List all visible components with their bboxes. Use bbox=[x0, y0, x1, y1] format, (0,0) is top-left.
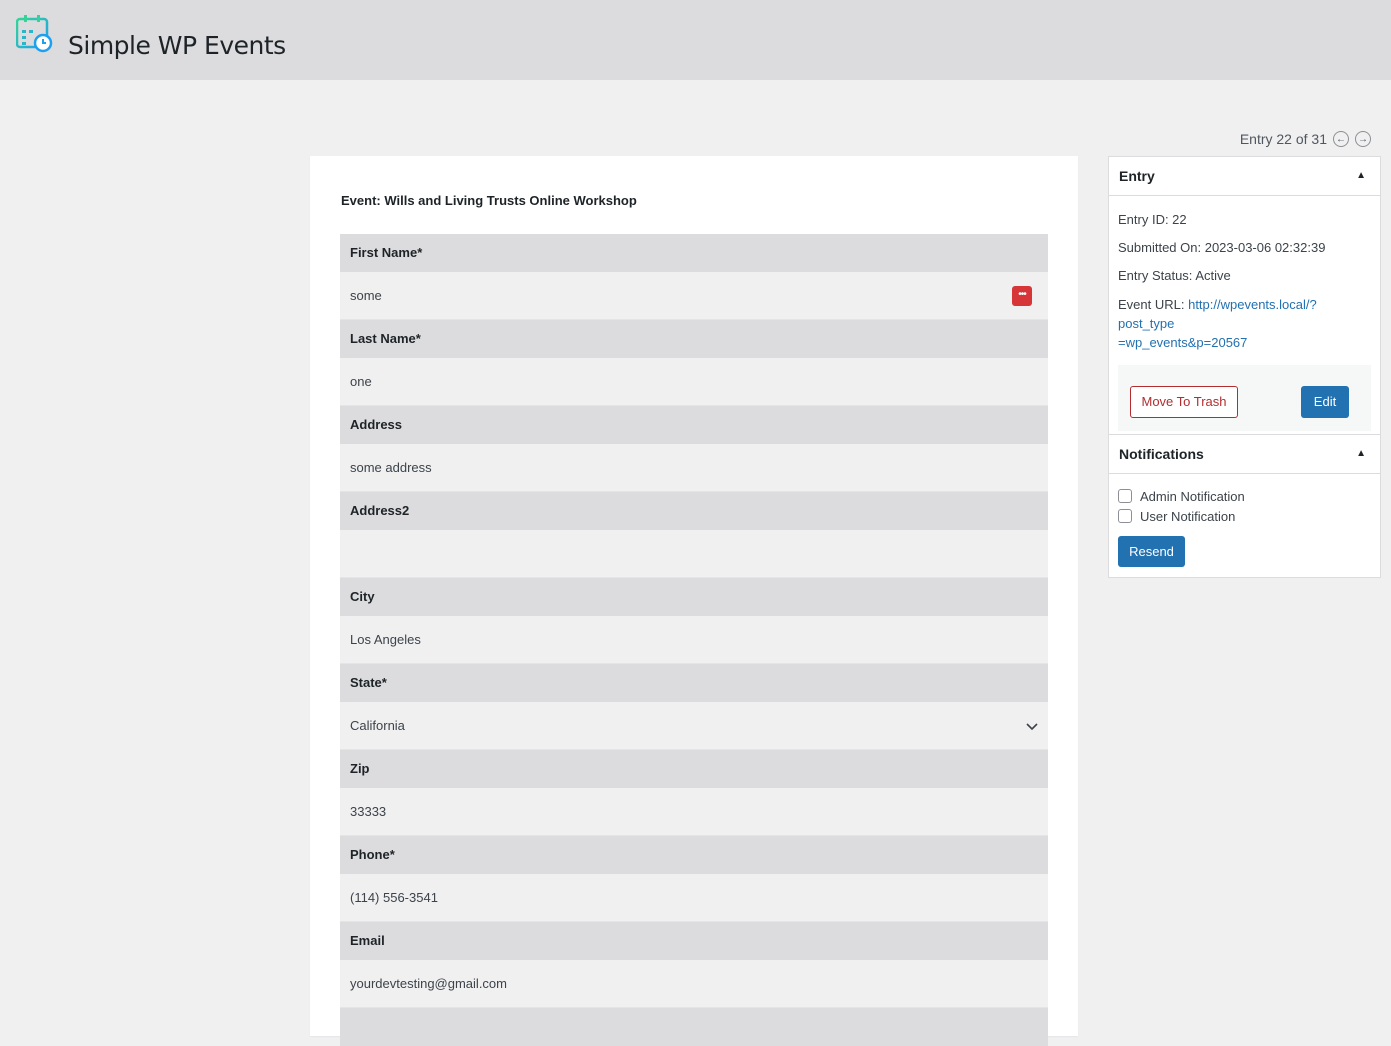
entry-id: Entry ID: 22 bbox=[1118, 212, 1187, 227]
more-options-icon[interactable]: ••• bbox=[1012, 286, 1032, 306]
notifications-metabox-header[interactable]: Notifications ▲ bbox=[1109, 435, 1380, 474]
calendar-clock-icon bbox=[16, 15, 53, 53]
collapse-triangle-icon[interactable]: ▲ bbox=[1356, 435, 1366, 473]
field-value-state: California bbox=[340, 702, 1048, 750]
arrow-right-circle-icon[interactable]: → bbox=[1355, 131, 1371, 147]
entry-fields: First Name* some ••• Last Name* one Addr… bbox=[340, 234, 1048, 1046]
resend-button[interactable]: Resend bbox=[1118, 536, 1185, 567]
field-value-email: yourdevtesting@gmail.com bbox=[340, 960, 1048, 1008]
user-notification-checkbox[interactable] bbox=[1118, 509, 1132, 523]
field-label-first-name: First Name* bbox=[340, 234, 1048, 272]
field-value-last-name: one bbox=[340, 358, 1048, 406]
event-url-label: Event URL: bbox=[1118, 297, 1189, 312]
event-title: Event: Wills and Living Trusts Online Wo… bbox=[341, 193, 637, 208]
field-label-address: Address bbox=[340, 406, 1048, 444]
field-label-city: City bbox=[340, 578, 1048, 616]
entry-status: Entry Status: Active bbox=[1118, 268, 1231, 283]
field-value-address: some address bbox=[340, 444, 1048, 492]
field-value-city: Los Angeles bbox=[340, 616, 1048, 664]
entry-metabox-header[interactable]: Entry ▲ bbox=[1109, 157, 1380, 196]
field-label-state: State* bbox=[340, 664, 1048, 702]
event-url: Event URL: http://wpevents.local/?post_t… bbox=[1118, 290, 1371, 352]
submitted-on: Submitted On: 2023-03-06 02:32:39 bbox=[1118, 240, 1326, 255]
entry-details-card: Event: Wills and Living Trusts Online Wo… bbox=[310, 156, 1078, 1046]
field-label-phone: Phone* bbox=[340, 836, 1048, 874]
user-notification-row: User Notification bbox=[1118, 506, 1371, 526]
field-label-zip: Zip bbox=[340, 750, 1048, 788]
event-url-link-line2[interactable]: =wp_events&p=20567 bbox=[1118, 335, 1247, 350]
field-value-first-name: some ••• bbox=[340, 272, 1048, 320]
field-value-zip: 33333 bbox=[340, 788, 1048, 836]
field-value-address2 bbox=[340, 530, 1048, 578]
top-bar: Simple WP Events bbox=[0, 0, 1391, 80]
first-name-value: some bbox=[350, 288, 382, 303]
admin-notification-row: Admin Notification bbox=[1118, 486, 1371, 506]
admin-notification-label: Admin Notification bbox=[1140, 488, 1245, 504]
chevron-down-icon bbox=[1026, 723, 1038, 731]
move-to-trash-button[interactable]: Move To Trash bbox=[1130, 386, 1238, 418]
field-value-phone: (114) 556-3541 bbox=[340, 874, 1048, 922]
entry-actions: Move To Trash Edit bbox=[1118, 365, 1371, 431]
admin-notification-checkbox[interactable] bbox=[1118, 489, 1132, 503]
user-notification-label: User Notification bbox=[1140, 508, 1236, 524]
entry-metabox-title: Entry bbox=[1119, 168, 1155, 184]
state-value: California bbox=[350, 718, 405, 733]
field-label-email: Email bbox=[340, 922, 1048, 960]
pager-text: Entry 22 of 31 bbox=[1239, 131, 1327, 147]
entry-metabox: Entry ▲ Entry ID: 22 Submitted On: 2023-… bbox=[1108, 156, 1381, 443]
edit-button[interactable]: Edit bbox=[1301, 386, 1349, 418]
app-title: Simple WP Events bbox=[68, 31, 286, 60]
arrow-left-circle-icon[interactable]: ← bbox=[1333, 131, 1349, 147]
field-label-address2: Address2 bbox=[340, 492, 1048, 530]
entry-pager: Entry 22 of 31 ← → bbox=[1240, 131, 1371, 147]
notifications-metabox: Notifications ▲ Admin Notification User … bbox=[1108, 434, 1381, 578]
notifications-metabox-title: Notifications bbox=[1119, 446, 1204, 462]
field-label-last-name: Last Name* bbox=[340, 320, 1048, 358]
collapse-triangle-icon[interactable]: ▲ bbox=[1356, 157, 1366, 195]
